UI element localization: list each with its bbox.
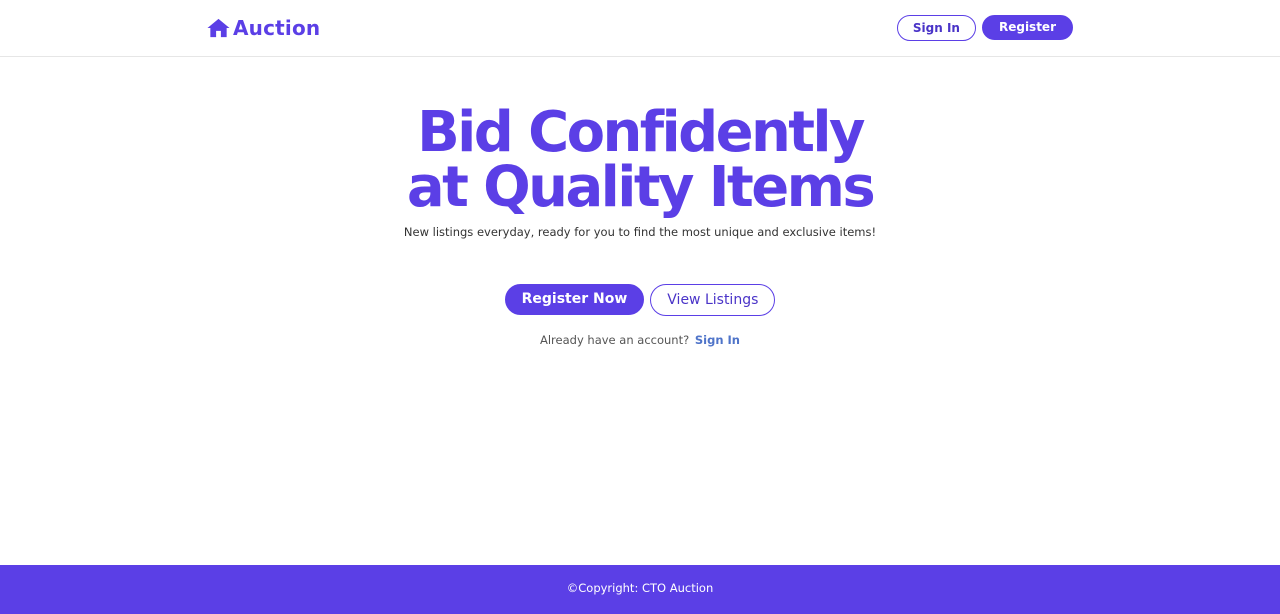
hero-buttons: Register Now View Listings — [0, 284, 1280, 316]
view-listings-button[interactable]: View Listings — [650, 284, 776, 316]
sign-in-link[interactable]: Sign In — [695, 333, 740, 347]
top-navbar: Auction Sign In Register — [0, 0, 1280, 57]
account-prompt-text: Already have an account? — [540, 333, 690, 347]
register-button[interactable]: Register — [981, 15, 1073, 40]
account-prompt-line: Already have an account? Sign In — [0, 333, 1280, 347]
brand-home-link[interactable]: Auction — [207, 14, 320, 42]
brand-name: Auction — [233, 16, 321, 40]
footer: ©Copyright: CTO Auction — [0, 565, 1280, 614]
copyright-text: ©Copyright: CTO Auction — [566, 581, 714, 595]
hero-title: Bid Confidently at Quality Items — [406, 100, 876, 220]
sign-in-button[interactable]: Sign In — [896, 15, 976, 41]
hero-section: Bid Confidently at Quality Items New lis… — [0, 100, 1280, 348]
nav-actions: Sign In Register — [896, 15, 1073, 41]
hero-subtitle: New listings everyday, ready for you to … — [403, 225, 877, 239]
home-icon — [207, 18, 230, 38]
register-now-button[interactable]: Register Now — [504, 284, 645, 315]
